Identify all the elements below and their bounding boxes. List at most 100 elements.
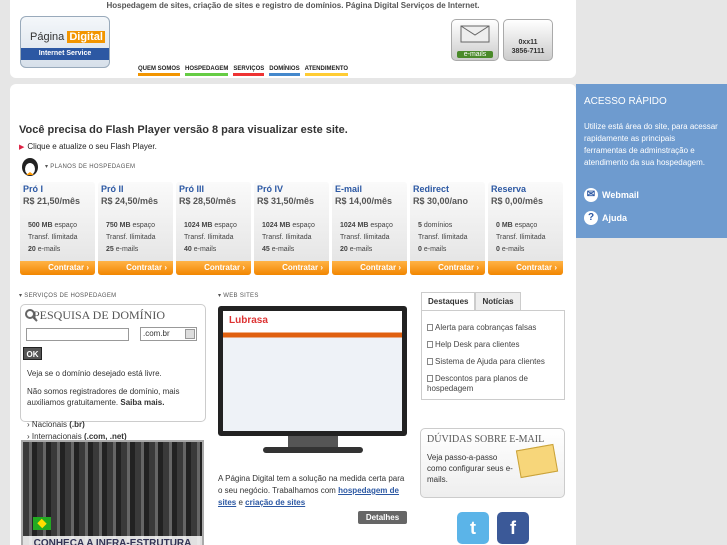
websites-text: A Página Digital tem a solução na medida… [218,473,408,509]
saiba-mais-link[interactable]: Saiba mais. [120,398,164,407]
nav-quem-somos[interactable]: QUEM SOMOS [138,66,181,76]
plan-transfer: Transf. Ilimitada [262,234,312,241]
top-nav: QUEM SOMOS HOSPEDAGEM SERVIÇOS DOMÍNIOS … [138,66,349,76]
domain-ok-button[interactable]: OK [23,347,42,360]
domain-text-2: Não somos registradores de domínio, mais… [27,386,187,408]
plan-price: R$ 24,50/mês [101,196,159,206]
infrastructure-caption: CONHEÇA A INFRA-ESTRUTURA [23,536,202,545]
details-button[interactable]: Detalhes [358,511,407,524]
news-item[interactable]: Help Desk para clientes [427,340,557,350]
nacionais-label: Nacionais [31,420,68,429]
brazil-flag-icon [33,517,51,530]
contratar-label: Contratar [204,263,241,272]
plan-emails-value: 25 [106,246,114,253]
facebook-icon[interactable]: f [497,512,529,544]
plan-card: Pró IV R$ 31,50/mês 1024 MB espaço Transf. … [254,182,329,275]
help-link[interactable]: ? Ajuda [584,211,627,225]
plan-emails: 20 e-mails [340,246,372,253]
webmail-link[interactable]: ✉ Webmail [584,188,639,202]
nav-hospedagem[interactable]: HOSPEDAGEM [185,66,229,76]
plan-name: Pró II [101,184,124,194]
flash-update-link[interactable]: ▶ Clique e atualize o seu Flash Player. [19,142,157,151]
plan-emails-value: 0 [418,246,422,253]
site-creation-link[interactable]: criação de sites [245,498,305,507]
contratar-label: Contratar [282,263,319,272]
email-help-title: DÚVIDAS SOBRE E-MAIL [427,434,545,445]
plan-card: E-mail R$ 14,00/mês 1024 MB espaço Transf. … [332,182,407,275]
plan-emails: 40 e-mails [184,246,216,253]
document-icon [427,358,433,366]
arrow-icon: ▶ [19,144,25,151]
plan-emails-unit: e-mails [423,246,447,253]
news-item[interactable]: Descontos para planos de hospedagem [427,374,557,394]
plan-emails: 45 e-mails [262,246,294,253]
plan-transfer: Transf. Ilimitada [28,234,78,241]
nav-dominios[interactable]: DOMÍNIOS [269,66,300,76]
site-logo[interactable]: Página Digital Internet Service [20,16,110,68]
news-item[interactable]: Sistema de Ajuda para clientes [427,357,557,367]
help-label: Ajuda [602,213,628,223]
logo-word-b: Digital [67,31,105,43]
plan-transfer: Transf. Ilimitada [340,234,390,241]
contratar-button[interactable]: Contratar › [254,261,329,275]
plan-space-value: 500 MB [28,222,53,229]
tab-noticias[interactable]: Notícias [475,292,521,310]
plan-space-unit: espaço [214,222,237,229]
contratar-button[interactable]: Contratar › [488,261,563,275]
news-item[interactable]: Alerta para cobranças falsas [427,323,557,333]
plan-emails-value: 20 [340,246,348,253]
tld-select[interactable]: .com.br [140,327,197,341]
services-section-header: ▾ SERVIÇOS DE HOSPEDAGEM [19,293,117,299]
email-label: e-mails [457,51,493,58]
plan-transfer: Transf. Ilimitada [418,234,468,241]
quick-access-sidebar: ACESSO RÁPIDO Utilize está área do site,… [576,84,727,238]
email-button[interactable]: e-mails [451,19,499,61]
plan-space: 1024 MB espaço [262,222,315,229]
plan-emails-value: 45 [262,246,270,253]
website-monitor-image: Lubrasa [218,306,407,456]
domain-nacionais[interactable]: › Nacionais (.br) [27,419,203,430]
websites-section-label: WEB SITES [223,293,259,299]
contratar-button[interactable]: Contratar › [332,261,407,275]
contratar-button[interactable]: Contratar › [410,261,485,275]
plan-space: 1024 MB espaço [340,222,393,229]
contratar-label: Contratar [360,263,397,272]
nav-atendimento[interactable]: ATENDIMENTO [304,66,349,76]
plan-card: Pró III R$ 28,50/mês 1024 MB espaço Transf.… [176,182,251,275]
sidebar-title: ACESSO RÁPIDO [584,96,667,107]
plan-emails: 0 e-mails [496,246,524,253]
phone-box: 0xx11 3856-7111 [503,19,553,61]
tab-destaques[interactable]: Destaques [421,292,476,310]
domain-text-1: Veja se o domínio desejado está livre. [27,369,162,378]
nav-servicos[interactable]: SERVIÇOS [233,66,265,76]
infrastructure-banner[interactable]: CONHEÇA A INFRA-ESTRUTURA [21,440,204,545]
twitter-icon[interactable]: t [457,512,489,544]
monitor-base [263,447,363,453]
plan-space-value: 1024 MB [340,222,369,229]
plan-space-unit: espaço [370,222,393,229]
plan-space-value: 0 MB [496,222,513,229]
monitor-screen: Lubrasa [218,306,407,436]
plan-space-unit: espaço [514,222,538,229]
contratar-button[interactable]: Contratar › [98,261,173,275]
news-box: Alerta para cobranças falsas Help Desk p… [421,310,565,400]
domain-input[interactable] [26,328,129,341]
plan-price: R$ 30,00/ano [413,196,469,206]
domain-search-title: PESQUISA DE DOMÍNIO [33,308,166,322]
plan-transfer: Transf. Ilimitada [106,234,156,241]
preview-brand: Lubrasa [229,315,268,326]
envelope-icon [460,25,490,43]
email-help-box[interactable]: DÚVIDAS SOBRE E-MAIL Veja passo-a-passo … [420,428,565,498]
site-tagline: Hospedagem de sites, criação de sites e … [106,1,480,10]
plan-price: R$ 28,50/mês [179,196,237,206]
main-content: Você precisa do Flash Player versão 8 pa… [10,84,576,545]
plan-emails-value: 20 [28,246,36,253]
plan-space-unit: espaço [54,222,78,229]
contratar-label: Contratar [438,263,475,272]
contratar-button[interactable]: Contratar › [20,261,95,275]
website-preview: Lubrasa [223,311,402,431]
contratar-button[interactable]: Contratar › [176,261,251,275]
nacionais-value: (.br) [69,420,85,429]
tld-value: .com.br [143,329,170,338]
services-section-label: SERVIÇOS DE HOSPEDAGEM [24,293,117,299]
